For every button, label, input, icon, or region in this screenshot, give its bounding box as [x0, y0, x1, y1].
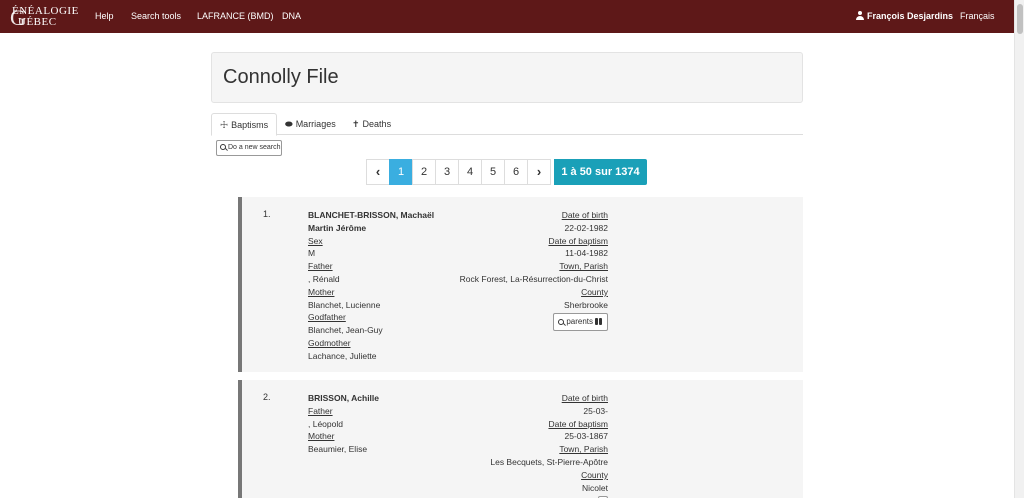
parents-label: parents: [566, 317, 593, 327]
rings-icon: ⬬: [285, 119, 293, 129]
page-6[interactable]: 6: [504, 159, 528, 185]
county-label: County: [581, 469, 608, 480]
user-icon: [856, 11, 864, 20]
search-icon: [220, 144, 226, 150]
dob-value: 22-02-1982: [564, 222, 608, 233]
pagination: ‹ 1 2 3 4 5 6 ›: [366, 159, 551, 185]
logo-line2: UÉBEC: [18, 16, 57, 28]
scrollbar-thumb[interactable]: [1017, 4, 1023, 34]
nav-lafrance[interactable]: LAFRANCE (BMD): [197, 11, 274, 21]
town-label: Town, Parish: [559, 444, 608, 455]
tab-label: Deaths: [362, 119, 392, 129]
dob-value: 25-03-: [583, 405, 608, 416]
county-label: County: [581, 286, 608, 297]
tab-deaths[interactable]: ✝ Deaths: [344, 113, 399, 135]
user-name: François Desjardins: [867, 11, 954, 21]
record-event-details: Date of birth 25-03- Date of baptism 25-…: [392, 392, 608, 498]
nav-dna[interactable]: DNA: [282, 11, 301, 21]
tab-baptisms[interactable]: ☩ Baptisms: [211, 113, 278, 136]
baptism-date-label: Date of baptism: [548, 235, 608, 246]
prev-page-button[interactable]: ‹: [366, 159, 390, 185]
next-page-button[interactable]: ›: [527, 159, 551, 185]
record-card: 1. BLANCHET-BRISSON, Machaël Martin Jérô…: [238, 197, 803, 372]
search-icon: [558, 319, 565, 326]
record-event-details: Date of birth 22-02-1982 Date of baptism…: [392, 209, 608, 332]
page-scrollbar[interactable]: [1014, 0, 1024, 498]
language-switch[interactable]: Français: [960, 11, 995, 21]
site-logo[interactable]: G ÉNÉALOGIE UÉBEC: [10, 3, 84, 30]
record-card: 2. BRISSON, Achille Father , Léopold Mot…: [238, 380, 803, 498]
parents-button[interactable]: parents: [553, 313, 608, 332]
page-5[interactable]: 5: [481, 159, 505, 185]
nav-help[interactable]: Help: [95, 11, 114, 21]
page-1[interactable]: 1: [389, 159, 413, 185]
page-title: Connolly File: [223, 66, 339, 88]
record-number: 2.: [263, 392, 271, 402]
town-value: Les Becquets, St-Pierre-Apôtre: [490, 456, 608, 467]
title-panel: Connolly File: [211, 52, 803, 103]
tab-label: Baptisms: [231, 120, 269, 130]
top-navbar: G ÉNÉALOGIE UÉBEC Help Search tools LAFR…: [0, 0, 1014, 33]
family-icon: [595, 317, 603, 326]
cross-icon: ✝: [352, 119, 360, 129]
cross-icon: ☩: [220, 120, 229, 130]
page-4[interactable]: 4: [458, 159, 482, 185]
new-search-label: Do a new search: [228, 144, 281, 151]
town-value: Rock Forest, La-Résurrection-du-Christ: [459, 273, 608, 284]
baptism-date-value: 11-04-1982: [565, 248, 608, 259]
record-number: 1.: [263, 209, 271, 219]
record-type-tabs: ☩ Baptisms ⬬ Marriages ✝ Deaths: [211, 113, 803, 136]
godmother-label: Godmother: [308, 337, 351, 348]
tab-marriages[interactable]: ⬬ Marriages: [277, 113, 344, 135]
nav-search-tools[interactable]: Search tools: [131, 11, 181, 21]
user-menu[interactable]: François Desjardins: [856, 11, 953, 21]
page-2[interactable]: 2: [412, 159, 436, 185]
baptism-date-label: Date of baptism: [548, 418, 608, 429]
tab-label: Marriages: [295, 119, 336, 129]
dob-label: Date of birth: [561, 393, 608, 403]
town-label: Town, Parish: [559, 261, 608, 272]
county-value: Nicolet: [582, 482, 608, 493]
new-search-button[interactable]: Do a new search: [216, 140, 282, 156]
dob-label: Date of birth: [561, 210, 608, 220]
result-count: 1 à 50 sur 1374: [554, 159, 647, 185]
page-3[interactable]: 3: [435, 159, 459, 185]
baptism-date-value: 25-03-1867: [564, 431, 608, 442]
county-value: Sherbrooke: [564, 299, 608, 310]
godmother-value: Lachance, Juliette: [308, 350, 377, 361]
